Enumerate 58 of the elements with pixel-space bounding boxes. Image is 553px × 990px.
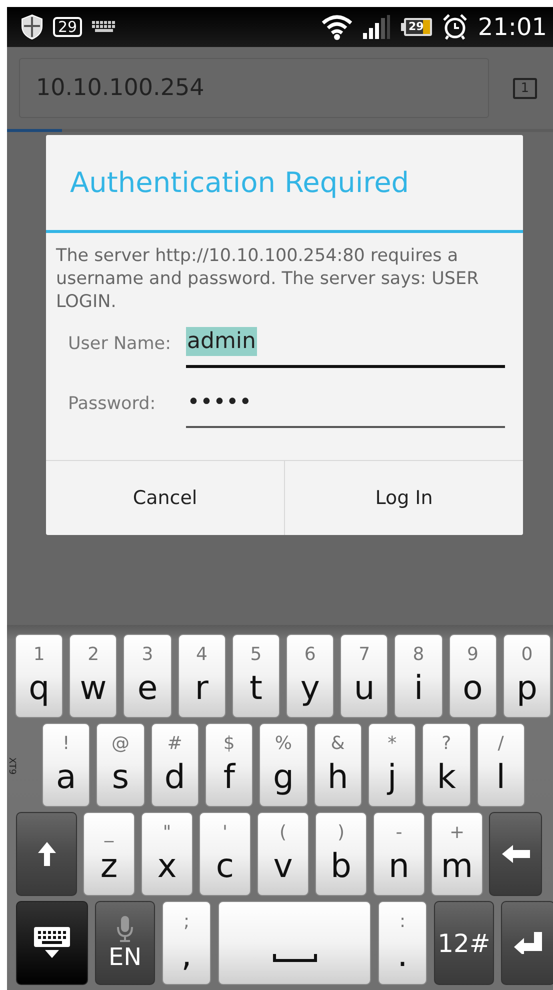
key[interactable]: 4 r	[178, 634, 226, 718]
key[interactable]: # d	[150, 723, 199, 807]
key[interactable]: 9 o	[448, 634, 497, 718]
space-key[interactable]	[218, 901, 371, 985]
key[interactable]: $ f	[204, 723, 254, 807]
key[interactable]: / l	[476, 723, 525, 807]
key[interactable]: 7 u	[340, 634, 388, 718]
key[interactable]: : .	[378, 901, 427, 985]
wifi-icon	[320, 14, 353, 40]
key[interactable]: ' c	[199, 812, 251, 896]
key[interactable]: _ z	[83, 812, 135, 896]
battery-icon: 29	[400, 18, 432, 36]
key[interactable]: 2 w	[69, 634, 118, 718]
shift-icon	[36, 841, 56, 867]
key[interactable]: * j	[368, 723, 416, 807]
field-label: User Name:	[68, 333, 172, 354]
dialog-button[interactable]: Cancel	[46, 461, 284, 535]
key[interactable]: + m	[431, 812, 483, 896]
alarm-icon	[442, 14, 468, 40]
keyboard-icon	[33, 926, 71, 960]
key[interactable]: - n	[373, 812, 425, 896]
backspace-key[interactable]	[489, 812, 542, 896]
key[interactable]: ? k	[422, 723, 471, 807]
key[interactable]: 1 q	[15, 634, 64, 718]
dialog-message: The server http://10.10.100.254:80 requires a username and password. The server says: USER LOGIN.	[56, 245, 480, 314]
shift-key[interactable]	[16, 812, 77, 896]
clock: 21:01	[478, 13, 547, 41]
dialog-button[interactable]: Log In	[284, 461, 523, 535]
key[interactable]: 3 e	[123, 634, 172, 718]
notification-badge: 29	[53, 17, 82, 37]
key[interactable]: ( v	[257, 812, 309, 896]
key[interactable]: & h	[314, 723, 362, 807]
key[interactable]: ) b	[315, 812, 367, 896]
shield-icon	[21, 14, 43, 40]
key[interactable]: 0 p	[502, 634, 552, 718]
keyboard-mode-label: XT9	[6, 757, 17, 775]
input-field[interactable]: •••••	[186, 378, 505, 428]
key[interactable]: 5 t	[232, 634, 280, 718]
key[interactable]: @ s	[96, 723, 145, 807]
input-field[interactable]: admin	[186, 318, 505, 368]
space-icon	[272, 954, 316, 962]
signal-icon	[362, 15, 391, 39]
key[interactable]: % g	[259, 723, 308, 807]
symbols-key[interactable]: 12#	[434, 901, 494, 985]
key[interactable]: ! a	[42, 723, 90, 807]
backspace-icon	[502, 845, 530, 863]
language-key[interactable]: EN	[95, 901, 155, 985]
key[interactable]: 6 y	[286, 634, 334, 718]
dialog-title: Authentication Required	[46, 135, 523, 233]
keyboard-switch-key[interactable]	[16, 901, 88, 985]
microphone-icon	[115, 915, 135, 943]
key[interactable]: ; ,	[162, 901, 211, 985]
keyboard-icon	[92, 21, 116, 33]
field-label: Password:	[68, 393, 157, 414]
key[interactable]: 8 i	[394, 634, 443, 718]
key[interactable]: " x	[141, 812, 193, 896]
enter-icon	[514, 932, 542, 954]
enter-key[interactable]	[501, 901, 553, 985]
